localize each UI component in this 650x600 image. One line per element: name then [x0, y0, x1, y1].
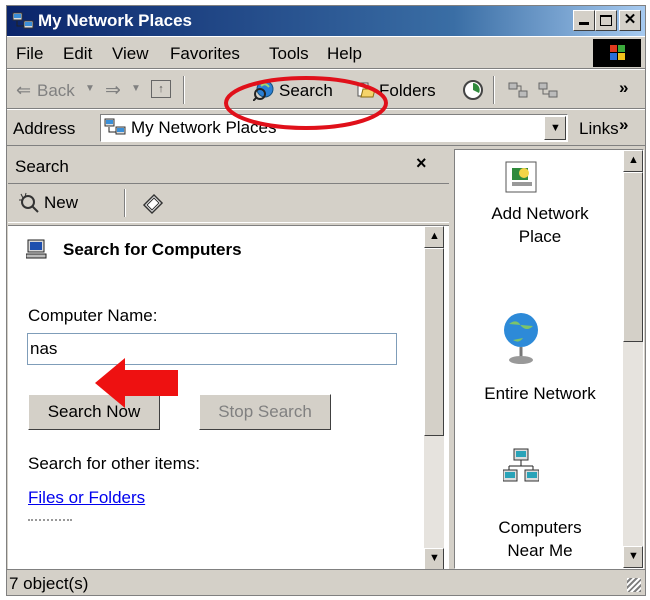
forward-dropdown-icon[interactable]: ▼ [131, 83, 141, 94]
network-places-icon [104, 118, 126, 135]
back-arrow-icon: ⇐ [16, 80, 32, 100]
links-overflow-icon[interactable]: » [619, 115, 628, 135]
computer-name-label: Computer Name: [28, 306, 158, 325]
toolbar-separator [124, 189, 126, 217]
folders-icon [357, 82, 376, 98]
close-pane-icon[interactable]: × [416, 153, 427, 174]
network-place-icon [505, 161, 537, 193]
toolbar-separator [493, 76, 495, 104]
scroll-up-button[interactable]: ▲ [623, 150, 643, 172]
item-label: Computers [498, 518, 582, 537]
history-icon[interactable] [462, 79, 484, 101]
minimize-button[interactable] [573, 10, 595, 31]
windows-flag-icon [610, 45, 625, 60]
maximize-button[interactable] [595, 10, 617, 31]
content-scrollbar[interactable]: ▲ ▼ [623, 150, 643, 568]
search-options-icon[interactable] [141, 191, 165, 215]
toolbar-overflow-icon[interactable]: » [619, 78, 628, 98]
window-title: My Network Places [38, 11, 193, 30]
down-arrow-icon: ▼ [628, 550, 639, 562]
cut-off-link [28, 519, 72, 530]
address-dropdown-button[interactable]: ▼ [544, 116, 566, 140]
back-button[interactable]: Back [37, 81, 75, 101]
search-pane-title: Search [15, 157, 69, 176]
up-arrow-icon: ▲ [429, 230, 440, 242]
new-search-button[interactable]: New [44, 193, 78, 213]
scroll-up-button[interactable]: ▲ [424, 226, 444, 248]
search-icon [253, 80, 274, 101]
maximize-icon [600, 15, 612, 26]
close-icon: ✕ [623, 11, 637, 28]
scrollbar-thumb[interactable] [623, 172, 643, 342]
search-computers-heading: Search for Computers [63, 240, 242, 259]
menu-bar: File Edit View Favorites Tools Help [7, 36, 645, 69]
other-items-label: Search for other items: [28, 454, 200, 473]
windows-logo [593, 39, 641, 67]
menu-file[interactable]: File [16, 44, 43, 64]
down-arrow-icon: ▼ [429, 552, 440, 564]
search-pane-scrollbar[interactable]: ▲ ▼ [424, 226, 444, 570]
scroll-down-button[interactable]: ▼ [424, 548, 444, 570]
scroll-down-button[interactable]: ▼ [623, 546, 643, 568]
globe-icon [504, 313, 538, 364]
new-search-icon [19, 192, 39, 213]
address-field[interactable]: My Network Places ▼ [100, 114, 568, 142]
chevron-down-icon: ▼ [550, 122, 561, 134]
move-to-icon[interactable] [507, 80, 529, 100]
toolbar-separator [183, 76, 185, 104]
copy-to-icon[interactable] [537, 80, 559, 100]
address-value: My Network Places [131, 118, 277, 137]
address-bar: Address My Network Places ▼ Links » [7, 109, 645, 146]
up-folder-icon[interactable]: ↑ [151, 80, 171, 98]
explorer-window: My Network Places ✕ File Edit View Favor… [6, 5, 646, 596]
forward-icon[interactable]: ⇒ [105, 79, 121, 102]
close-button[interactable]: ✕ [619, 10, 641, 31]
address-label: Address [13, 119, 76, 138]
search-pane-toolbar: New [8, 184, 449, 223]
links-label[interactable]: Links [579, 119, 619, 139]
resize-grip-icon[interactable] [627, 578, 641, 592]
item-label: Entire Network [484, 384, 596, 403]
menu-view[interactable]: View [112, 44, 149, 64]
icon-view: Add Network Place Entire Network Compute… [455, 150, 625, 568]
back-dropdown-icon[interactable]: ▼ [85, 83, 95, 94]
search-now-button[interactable]: Search Now [28, 394, 160, 430]
item-label: Near Me [507, 541, 573, 560]
minimize-icon [579, 22, 589, 25]
item-label: Add Network [491, 204, 589, 223]
search-pane: Search × New Search for Computers Comput… [8, 149, 449, 570]
title-bar[interactable]: My Network Places ✕ [7, 6, 645, 36]
scrollbar-thumb[interactable] [424, 248, 444, 436]
status-bar: 7 object(s) [7, 569, 645, 595]
computer-name-value: nas [30, 339, 58, 358]
menu-edit[interactable]: Edit [63, 44, 92, 64]
computer-icon [26, 239, 47, 259]
search-button[interactable]: Search [279, 81, 333, 101]
content-pane: Add Network Place Entire Network Compute… [454, 149, 644, 569]
computer-name-input[interactable]: nas [27, 333, 397, 365]
menu-favorites[interactable]: Favorites [170, 44, 240, 64]
computers-icon [503, 448, 539, 482]
menu-tools[interactable]: Tools [269, 44, 309, 64]
folders-button[interactable]: Folders [379, 81, 436, 101]
search-pane-body: Search for Computers Computer Name: nas … [8, 225, 449, 570]
status-text: 7 object(s) [9, 574, 89, 593]
menu-help[interactable]: Help [327, 44, 362, 64]
item-label: Place [518, 227, 562, 246]
stop-search-button[interactable]: Stop Search [199, 394, 331, 430]
network-places-icon [12, 12, 34, 29]
up-arrow-icon: ▲ [628, 154, 639, 166]
files-or-folders-link[interactable]: Files or Folders [28, 488, 145, 508]
standard-toolbar: ⇐ Back ▼ ⇒ ▼ ↑ Search Folders » [7, 69, 645, 109]
search-pane-header: Search × [8, 149, 449, 184]
